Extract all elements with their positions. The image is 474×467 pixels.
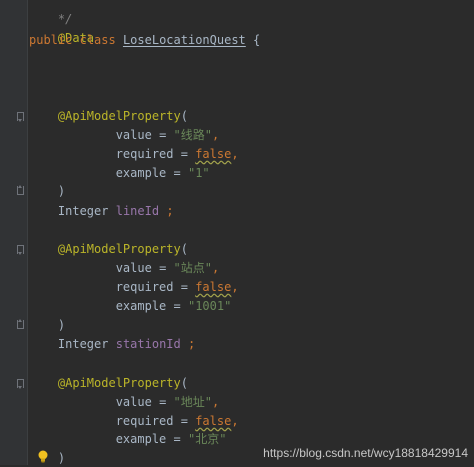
comma: ,	[211, 128, 220, 142]
code-line: )	[29, 316, 65, 334]
code-line: required = false,	[29, 412, 239, 430]
example-key: example	[115, 299, 167, 313]
required-value: false	[195, 280, 232, 294]
field-type: Integer	[57, 337, 109, 351]
field-declaration-line: Integer lineId ;	[29, 202, 174, 220]
equals: =	[173, 166, 181, 180]
field-type: Integer	[57, 204, 109, 218]
fold-marker-icon[interactable]	[17, 245, 24, 255]
open-brace: {	[253, 33, 261, 47]
fold-marker-icon[interactable]	[17, 186, 24, 195]
equals: =	[159, 128, 167, 142]
fold-marker-icon[interactable]	[17, 379, 24, 389]
equals: =	[180, 147, 188, 161]
class-keyword: class	[79, 33, 116, 47]
equals: =	[180, 414, 188, 428]
public-keyword: public	[29, 33, 73, 47]
comma: ,	[211, 261, 220, 275]
required-key: required	[115, 414, 174, 428]
required-value: false	[195, 414, 232, 428]
code-line: value = "线路",	[29, 126, 220, 144]
editor-gutter	[0, 0, 28, 465]
api-model-property-annotation: @ApiModelProperty	[57, 109, 181, 123]
lightbulb-icon[interactable]	[37, 450, 49, 463]
value-key: value	[115, 128, 152, 142]
required-value: false	[195, 147, 232, 161]
class-name[interactable]: LoseLocationQuest	[123, 33, 246, 47]
annotation-line: @ApiModelProperty(	[29, 374, 188, 392]
value-string: "站点"	[173, 261, 212, 275]
code-line: @Data	[29, 11, 94, 45]
comma: ,	[211, 395, 220, 409]
class-declaration-line: public class LoseLocationQuest {	[29, 31, 260, 49]
semicolon: ;	[166, 204, 174, 218]
comma: ,	[231, 414, 239, 428]
code-line: example = "1"	[29, 164, 210, 182]
value-key: value	[115, 395, 152, 409]
field-name: lineId	[115, 204, 160, 218]
code-line: )	[29, 182, 65, 200]
required-key: required	[115, 280, 174, 294]
open-paren: (	[180, 242, 188, 256]
code-line: value = "站点",	[29, 259, 220, 277]
api-model-property-annotation: @ApiModelProperty	[57, 242, 181, 256]
field-name: stationId	[115, 337, 181, 351]
code-line: required = false,	[29, 145, 239, 163]
example-string: "1001"	[187, 299, 232, 313]
comma: ,	[231, 147, 239, 161]
open-paren: (	[180, 376, 188, 390]
watermark-url: https://blog.csdn.net/wcy18818429914	[263, 446, 468, 460]
equals: =	[159, 261, 167, 275]
code-line: value = "地址",	[29, 393, 220, 411]
code-line: example = "北京"	[29, 430, 227, 448]
code-line: required = false,	[29, 278, 239, 296]
code-line: example = "1001"	[29, 297, 232, 315]
api-model-property-annotation: @ApiModelProperty	[57, 376, 181, 390]
field-declaration-line: Integer stationId ;	[29, 335, 195, 353]
example-string: "北京"	[187, 432, 227, 446]
close-paren: )	[57, 184, 66, 198]
close-paren: )	[57, 318, 66, 332]
semicolon: ;	[187, 337, 196, 351]
code-editor[interactable]: */ @Data public class LoseLocationQuest …	[0, 0, 474, 465]
equals: =	[173, 299, 181, 313]
example-key: example	[115, 166, 167, 180]
value-string: "地址"	[173, 395, 212, 409]
open-paren: (	[180, 109, 188, 123]
fold-marker-icon[interactable]	[17, 112, 24, 122]
close-paren: )	[57, 451, 66, 465]
equals: =	[173, 432, 181, 446]
value-string: "线路"	[173, 128, 212, 142]
equals: =	[159, 395, 167, 409]
equals: =	[180, 280, 188, 294]
example-string: "1"	[187, 166, 210, 180]
code-line: */	[29, 0, 72, 26]
annotation-line: @ApiModelProperty(	[29, 240, 188, 258]
comma: ,	[231, 280, 239, 294]
fold-marker-icon[interactable]	[17, 320, 24, 329]
required-key: required	[115, 147, 174, 161]
value-key: value	[115, 261, 152, 275]
annotation-line: @ApiModelProperty(	[29, 107, 188, 125]
example-key: example	[115, 432, 167, 446]
